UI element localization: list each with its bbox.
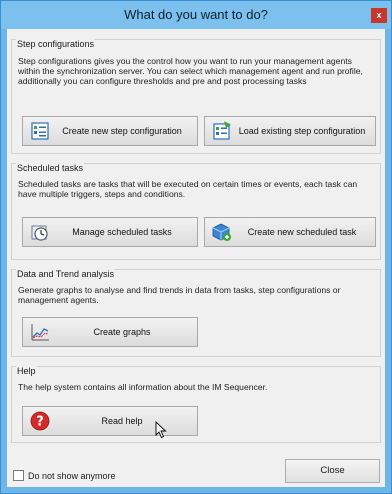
button-label: Create new step configuration (62, 126, 182, 136)
new-config-icon (29, 120, 51, 142)
clock-icon (29, 221, 51, 243)
window-close-button[interactable]: x (371, 8, 387, 23)
manage-scheduled-tasks-button[interactable]: Manage scheduled tasks (22, 217, 198, 247)
title-bar[interactable]: What do you want to do? x (1, 1, 391, 29)
button-label: Load existing step configuration (238, 126, 366, 136)
dialog-client-area: Step configurations Step configurations … (7, 29, 385, 487)
checkbox-label: Do not show anymore (28, 470, 116, 481)
button-label: Create graphs (93, 327, 151, 337)
create-new-step-configuration-button[interactable]: Create new step configuration (22, 116, 198, 146)
svg-text:?: ? (36, 415, 44, 430)
group-title: Scheduled tasks (16, 163, 85, 173)
dialog-window: What do you want to do? x Step configura… (0, 0, 392, 494)
group-title: Step configurations (16, 39, 96, 49)
group-description: The help system contains all information… (18, 382, 268, 392)
load-config-icon (211, 120, 233, 142)
create-graphs-button[interactable]: Create graphs (22, 317, 198, 347)
group-title: Help (16, 366, 37, 376)
group-description: Step configurations gives you the contro… (18, 56, 363, 86)
button-label: Manage scheduled tasks (72, 227, 172, 237)
do-not-show-anymore-checkbox[interactable]: Do not show anymore (13, 470, 116, 481)
window-title: What do you want to do? (124, 7, 268, 22)
load-existing-step-configuration-button[interactable]: Load existing step configuration (204, 116, 376, 146)
group-scheduled-tasks: Scheduled tasks Scheduled tasks are task… (11, 163, 381, 260)
group-data-and-trend-analysis: Data and Trend analysis Generate graphs … (11, 269, 381, 357)
group-step-configurations: Step configurations Step configurations … (11, 39, 381, 154)
button-label: Read help (101, 416, 143, 426)
help-icon: ? (29, 410, 51, 432)
group-help: Help The help system contains all inform… (11, 366, 381, 443)
group-title: Data and Trend analysis (16, 269, 116, 279)
create-new-scheduled-task-button[interactable]: Create new scheduled task (204, 217, 376, 247)
mouse-cursor-icon (155, 421, 167, 439)
close-button[interactable]: Close (285, 459, 380, 483)
checkbox-box[interactable] (13, 470, 24, 481)
graph-icon (29, 321, 51, 343)
group-description: Generate graphs to analyse and find tren… (18, 285, 341, 305)
read-help-button[interactable]: ? Read help (22, 406, 198, 436)
group-description: Scheduled tasks are tasks that will be e… (18, 179, 358, 199)
button-label: Create new scheduled task (247, 227, 357, 237)
cube-add-icon (211, 221, 233, 243)
